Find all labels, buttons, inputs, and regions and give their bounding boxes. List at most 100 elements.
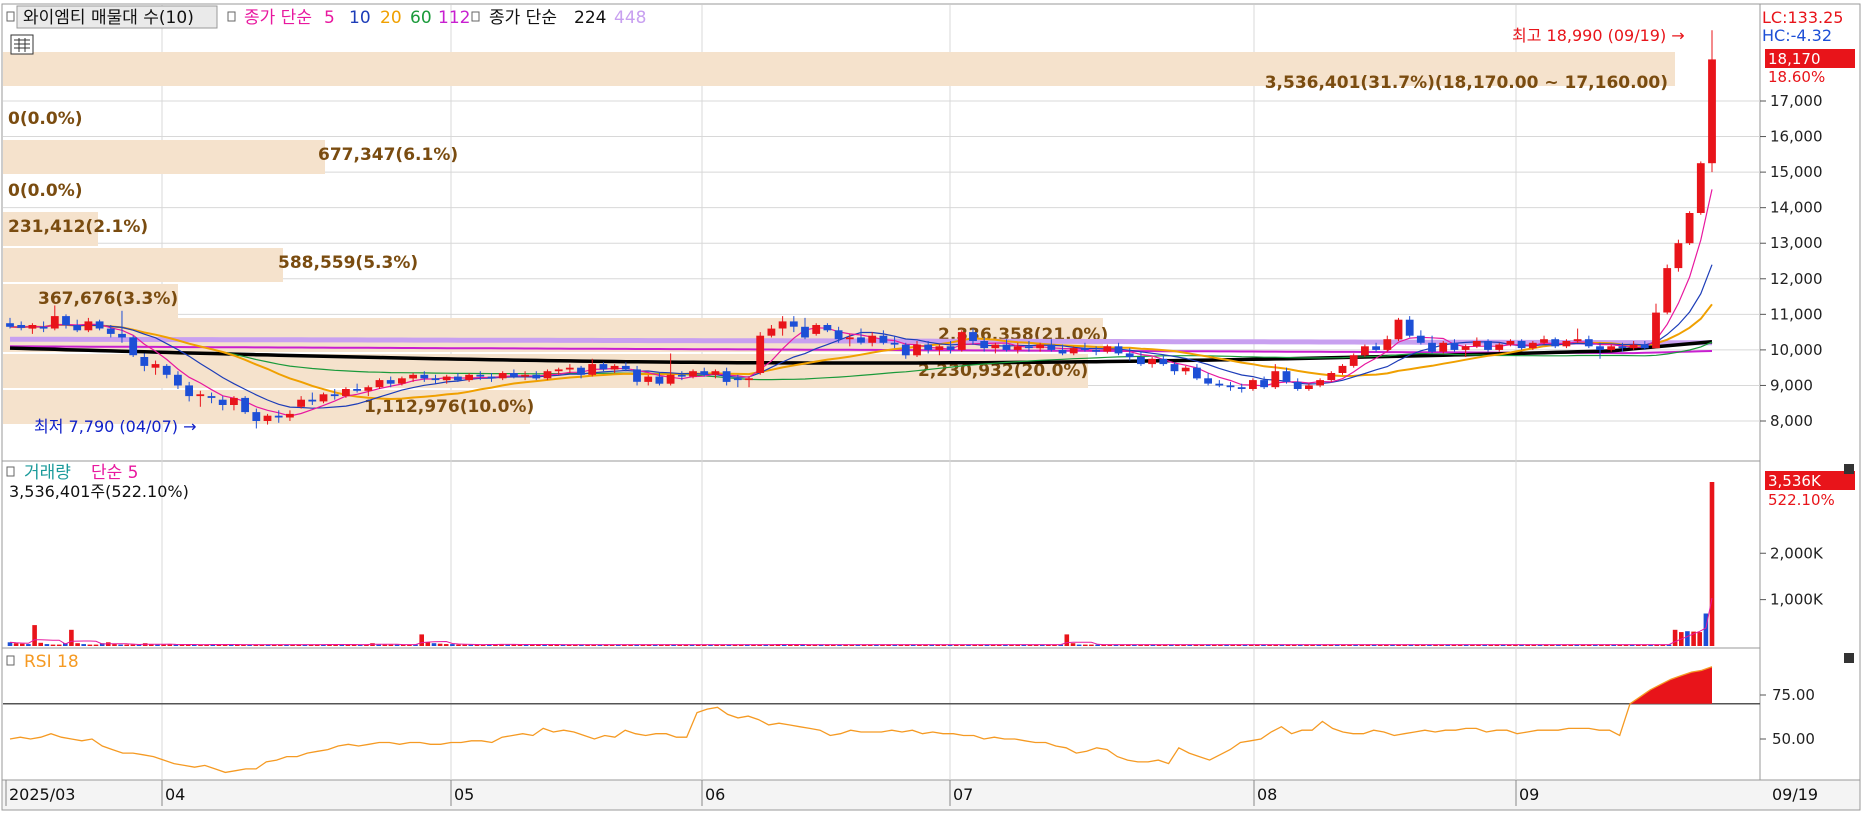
candle-body — [1484, 341, 1492, 350]
current-price: 18,170 — [1768, 50, 1821, 68]
ma-label: 종가 단순 — [244, 8, 312, 28]
x-tick-label: 04 — [165, 785, 185, 804]
stock-title[interactable]: 와이엠티 매물대 수(10) — [23, 8, 194, 28]
candle-body — [577, 367, 585, 375]
candle-body — [1260, 380, 1268, 388]
candle-body — [521, 374, 529, 377]
volume-bar — [13, 643, 19, 646]
candle-body — [1708, 59, 1716, 164]
candle-body — [745, 378, 753, 381]
candle-body — [28, 325, 37, 329]
volume-profile-label: 0(0.0%) — [8, 181, 83, 201]
x-tick-label: 08 — [1257, 785, 1277, 804]
candle-body — [17, 325, 26, 328]
candle-body — [1013, 346, 1022, 350]
candle-body — [1002, 344, 1011, 350]
candle-body — [319, 394, 328, 402]
candle-body — [1629, 344, 1638, 349]
candle-body — [118, 333, 126, 338]
volume-bar — [1064, 634, 1070, 646]
candle-body — [733, 378, 742, 381]
candle-body — [1069, 348, 1078, 354]
candle-body — [1349, 355, 1358, 366]
candle-body — [700, 371, 709, 375]
high-annotation: 최고 18,990 (09/19) → — [1512, 26, 1685, 45]
candle-body — [1249, 380, 1257, 389]
rsi-close-icon[interactable] — [1844, 653, 1854, 663]
candle-body — [1282, 371, 1291, 382]
candle-body — [890, 342, 899, 345]
candle-body — [1103, 346, 1112, 352]
candle-body — [1551, 339, 1560, 347]
calculator-icon[interactable] — [10, 34, 34, 55]
volume-bar — [1672, 629, 1678, 646]
candle-body — [252, 412, 261, 421]
price-tick-label: 12,000 — [1770, 270, 1823, 288]
volume-panel-frame — [1, 460, 1761, 649]
candle-body — [845, 337, 854, 340]
candle-body — [868, 335, 877, 343]
volume-profile-band — [3, 140, 325, 174]
volume-bar — [130, 644, 136, 646]
volume-bar — [376, 644, 381, 646]
volume-bar — [26, 644, 31, 646]
candle-body — [230, 397, 238, 405]
candle-body — [442, 376, 451, 381]
volume-bar — [437, 643, 443, 646]
candle-body — [1305, 385, 1313, 389]
x-tick-label: 09 — [1519, 785, 1539, 804]
candle-body — [599, 364, 608, 370]
volume-profile-label: 367,676(3.3%) — [38, 289, 178, 309]
candle-body — [767, 328, 776, 336]
volume-bar — [382, 644, 388, 646]
candle-body — [431, 378, 440, 381]
price-tick-label: 13,000 — [1770, 234, 1823, 252]
candle-body — [1361, 346, 1369, 356]
candle-body — [297, 399, 305, 407]
candle-body — [969, 332, 977, 341]
candle-body — [1137, 357, 1145, 365]
candle-body — [1215, 383, 1224, 386]
candle-body — [913, 344, 921, 356]
candle-body — [711, 371, 720, 375]
volume-bar — [93, 644, 99, 646]
candle-body — [286, 413, 294, 418]
candle-body — [1125, 353, 1134, 357]
candle-body — [1461, 346, 1470, 350]
candle-body — [857, 337, 865, 343]
price-tick-label: 16,000 — [1770, 128, 1823, 146]
volume-profile-band — [3, 248, 283, 282]
candle-body — [588, 364, 597, 375]
volume-bar — [124, 644, 129, 646]
low-annotation: 최저 7,790 (04/07) → — [34, 417, 197, 436]
candle-body — [1584, 339, 1593, 347]
volume-bar — [155, 644, 160, 646]
candle-body — [1450, 342, 1459, 350]
volume-current-flag: 3,536K — [1768, 472, 1822, 490]
volume-profile-label: 3,536,401(31.7%)(18,170.00 ~ 17,160.00) — [1265, 73, 1668, 93]
candle-body — [1696, 163, 1705, 213]
candle-body — [778, 321, 787, 329]
candle-body — [1472, 341, 1481, 347]
candle-body — [1193, 367, 1201, 379]
candle-body — [6, 323, 14, 327]
candle-body — [1226, 385, 1235, 388]
volume-bar — [20, 643, 25, 646]
candle-body — [722, 371, 731, 382]
candle-body — [1674, 243, 1683, 269]
ma-448: 448 — [614, 8, 646, 28]
candle-body — [991, 344, 1000, 349]
candle-body — [375, 380, 384, 388]
candle-body — [1618, 346, 1627, 349]
candle-body — [1036, 344, 1044, 349]
candle-body — [73, 325, 82, 331]
candle-body — [1025, 346, 1033, 349]
volume-close-icon[interactable] — [1844, 464, 1854, 474]
price-tick-label: 15,000 — [1770, 163, 1823, 181]
candle-body — [655, 376, 664, 384]
candle-body — [1506, 341, 1515, 345]
candle-body — [420, 374, 429, 379]
candle-body — [610, 365, 619, 370]
lc-label: LC:133.25 — [1762, 8, 1843, 27]
candle-body — [1652, 312, 1660, 349]
